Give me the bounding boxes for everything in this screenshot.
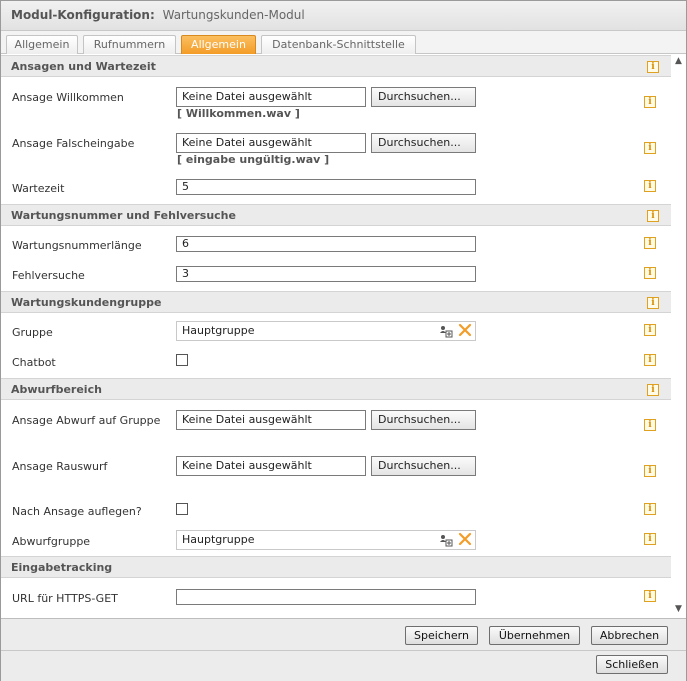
browse-button-abwurf[interactable]: Durchsuchen... (371, 410, 476, 430)
label-nach-ansage-auflegen: Nach Ansage auflegen? (12, 505, 142, 518)
label-gruppe: Gruppe (12, 326, 53, 339)
section-title: Abwurfbereich (11, 383, 102, 396)
info-icon[interactable]: i (647, 210, 659, 222)
section-title: Wartungsnummer und Fehlversuche (11, 209, 236, 222)
wartezeit-input[interactable]: 5 (176, 179, 476, 195)
dialog-footer: Speichern Übernehmen Abbrechen Schließen (1, 618, 686, 681)
label-wartungsnummerlaenge: Wartungsnummerlänge (12, 239, 142, 252)
info-icon[interactable]: i (644, 354, 656, 366)
clear-x-icon[interactable] (458, 532, 472, 546)
file-input-willkommen[interactable]: Keine Datei ausgewählt (176, 87, 366, 107)
tab-bar: Allgemein Rufnummern Allgemein Datenbank… (1, 31, 686, 54)
label-ansage-abwurf: Ansage Abwurf auf Gruppe (12, 414, 161, 427)
info-icon[interactable]: i (644, 324, 656, 336)
label-ansage-rauswurf: Ansage Rauswurf (12, 460, 108, 473)
vertical-scrollbar[interactable]: ▲ ▼ (671, 55, 686, 618)
url-https-get-input[interactable] (176, 589, 476, 605)
save-button[interactable]: Speichern (405, 626, 478, 645)
browse-button-falscheingabe[interactable]: Durchsuchen... (371, 133, 476, 153)
info-icon[interactable]: i (644, 465, 656, 477)
info-icon[interactable]: i (644, 267, 656, 279)
gruppe-value: Hauptgruppe (182, 324, 255, 337)
tab-allgemein-1[interactable]: Allgemein (6, 35, 78, 54)
info-icon[interactable]: i (647, 384, 659, 396)
scroll-up-arrow-icon[interactable]: ▲ (674, 57, 683, 66)
info-icon[interactable]: i (644, 503, 656, 515)
clear-x-icon[interactable] (458, 323, 472, 337)
info-icon[interactable]: i (644, 180, 656, 192)
section-header-abwurfbereich: Abwurfbereich (1, 378, 671, 400)
apply-button[interactable]: Übernehmen (489, 626, 580, 645)
current-file-willkommen: [ Willkommen.wav ] (177, 107, 300, 120)
info-icon[interactable]: i (644, 419, 656, 431)
section-title: Wartungskundengruppe (11, 296, 162, 309)
module-name: Wartungskunden-Modul (162, 8, 305, 22)
section-header-eingabetracking: Eingabetracking (1, 556, 671, 578)
file-input-falscheingabe[interactable]: Keine Datei ausgewählt (176, 133, 366, 153)
current-file-falscheingabe: [ eingabe ungültig.wav ] (177, 153, 330, 166)
browse-button-willkommen[interactable]: Durchsuchen... (371, 87, 476, 107)
info-icon[interactable]: i (644, 590, 656, 602)
scroll-down-arrow-icon[interactable]: ▼ (674, 605, 683, 614)
label-chatbot: Chatbot (12, 356, 56, 369)
section-title: Ansagen und Wartezeit (11, 60, 156, 73)
label-wartezeit: Wartezeit (12, 182, 65, 195)
label-ansage-falscheingabe: Ansage Falscheingabe (12, 137, 135, 150)
info-icon[interactable]: i (644, 533, 656, 545)
label-ansage-willkommen: Ansage Willkommen (12, 91, 124, 104)
section-header-wartungskundengruppe: Wartungskundengruppe (1, 291, 671, 313)
label-abwurfgruppe: Abwurfgruppe (12, 535, 91, 548)
cancel-button[interactable]: Abbrechen (591, 626, 668, 645)
section-header-wartungsnummer: Wartungsnummer und Fehlversuche (1, 204, 671, 226)
info-icon[interactable]: i (644, 142, 656, 154)
user-group-picker-icon[interactable] (439, 533, 453, 547)
info-icon[interactable]: i (644, 96, 656, 108)
dialog-title: Modul-Konfiguration: (11, 8, 155, 22)
browse-button-rauswurf[interactable]: Durchsuchen... (371, 456, 476, 476)
form-content: Ansagen und Wartezeit i Ansage Willkomme… (1, 55, 671, 618)
info-icon[interactable]: i (644, 237, 656, 249)
fehlversuche-input[interactable]: 3 (176, 266, 476, 282)
footer-divider (1, 650, 686, 651)
auflegen-checkbox[interactable] (176, 503, 188, 515)
gruppe-picker[interactable]: Hauptgruppe (176, 321, 476, 341)
tab-rufnummern[interactable]: Rufnummern (83, 35, 176, 54)
tab-datenbank-schnittstelle[interactable]: Datenbank-Schnittstelle (261, 35, 416, 54)
label-fehlversuche: Fehlversuche (12, 269, 85, 282)
section-header-ansagen: Ansagen und Wartezeit (1, 55, 671, 77)
info-icon[interactable]: i (647, 297, 659, 309)
tab-allgemein-active[interactable]: Allgemein (181, 35, 256, 54)
file-input-abwurf[interactable]: Keine Datei ausgewählt (176, 410, 366, 430)
section-title: Eingabetracking (11, 561, 113, 574)
module-config-dialog: Modul-Konfiguration: Wartungskunden-Modu… (0, 0, 687, 681)
info-icon[interactable]: i (647, 61, 659, 73)
file-input-rauswurf[interactable]: Keine Datei ausgewählt (176, 456, 366, 476)
abwurfgruppe-picker[interactable]: Hauptgruppe (176, 530, 476, 550)
wartungsnummerlaenge-input[interactable]: 6 (176, 236, 476, 252)
user-group-picker-icon[interactable] (439, 324, 453, 338)
abwurfgruppe-value: Hauptgruppe (182, 533, 255, 546)
label-url-https-get: URL für HTTPS-GET (12, 592, 118, 605)
close-button[interactable]: Schließen (596, 655, 668, 674)
chatbot-checkbox[interactable] (176, 354, 188, 366)
title-bar: Modul-Konfiguration: Wartungskunden-Modu… (1, 1, 686, 31)
